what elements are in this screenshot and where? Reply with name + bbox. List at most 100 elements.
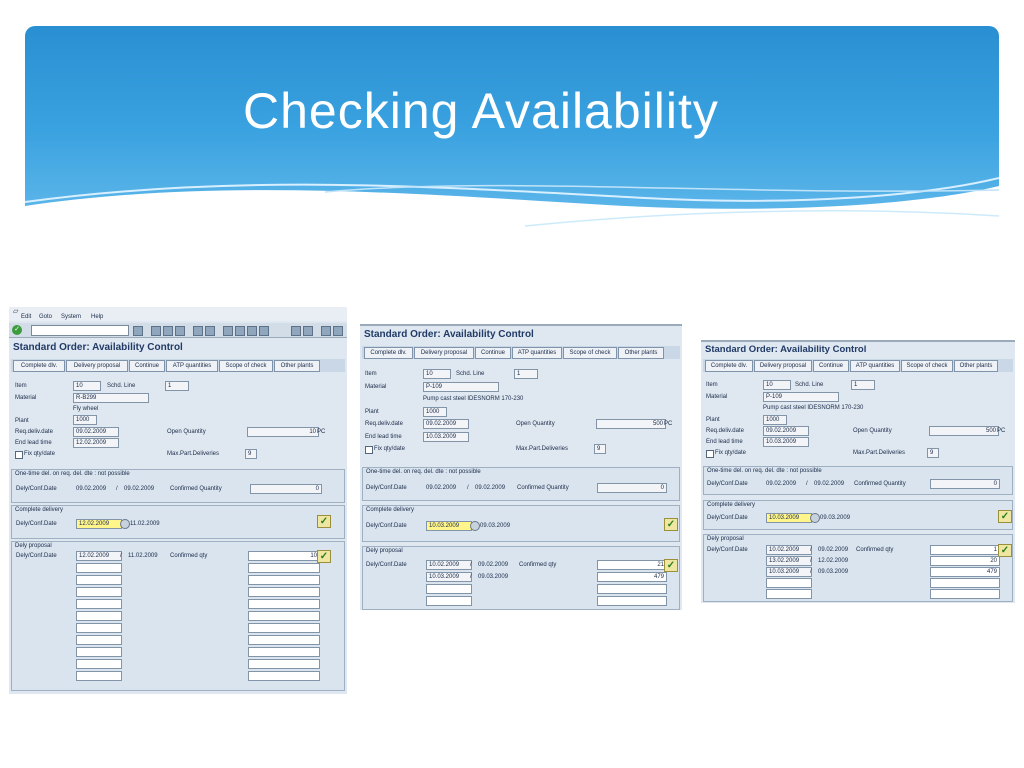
plant-field[interactable]: 1000: [423, 407, 447, 417]
last-page-icon[interactable]: [259, 326, 269, 336]
empty-date-field[interactable]: [76, 623, 122, 633]
continue-button[interactable]: Continue: [129, 360, 165, 372]
back-icon[interactable]: [151, 326, 161, 336]
empty-date-field[interactable]: [76, 611, 122, 621]
material-field[interactable]: P-109: [763, 392, 839, 402]
atp-quantities-button[interactable]: ATP quantities: [850, 360, 900, 372]
empty-date-field[interactable]: [76, 671, 122, 681]
complete-delivery-date-field[interactable]: 10.03.2009: [426, 521, 472, 531]
proposal-delivery-date-field[interactable]: 13.02.2009: [766, 556, 812, 566]
req-deliv-date-field[interactable]: 09.02.2009: [73, 427, 119, 437]
empty-date-field[interactable]: [76, 563, 122, 573]
help-icon[interactable]: [321, 326, 331, 336]
empty-qty-field[interactable]: [248, 587, 320, 597]
confirmed-quantity-field[interactable]: 0: [250, 484, 322, 494]
scope-of-check-button[interactable]: Scope of check: [563, 347, 617, 359]
proposal-delivery-date-field[interactable]: 10.03.2009: [426, 572, 472, 582]
empty-date-field[interactable]: [76, 659, 122, 669]
empty-date-field[interactable]: [766, 578, 812, 588]
schd-line-field[interactable]: 1: [514, 369, 538, 379]
shortcut-icon[interactable]: [303, 326, 313, 336]
delivery-proposal-button[interactable]: Delivery proposal: [414, 347, 474, 359]
next-page-icon[interactable]: [247, 326, 257, 336]
empty-date-field[interactable]: [76, 599, 122, 609]
complete-delivery-date-field[interactable]: 10.03.2009: [766, 513, 812, 523]
proposal-qty-field[interactable]: 1: [930, 545, 1000, 555]
checkmark-icon[interactable]: ✓: [664, 518, 678, 531]
empty-qty-field[interactable]: [248, 671, 320, 681]
confirmed-quantity-field[interactable]: 0: [597, 483, 667, 493]
max-part-deliveries-field[interactable]: 9: [927, 448, 939, 458]
proposal-delivery-date-field[interactable]: 10.02.2009: [426, 560, 472, 570]
material-field[interactable]: P-109: [423, 382, 499, 392]
empty-qty-field[interactable]: [248, 575, 320, 585]
other-plants-button[interactable]: Other plants: [274, 360, 320, 372]
end-lead-time-field[interactable]: 12.02.2009: [73, 438, 119, 448]
empty-qty-field[interactable]: [248, 563, 320, 573]
other-plants-button[interactable]: Other plants: [954, 360, 998, 372]
checkmark-icon[interactable]: ✓: [317, 515, 331, 528]
proposal-qty-field[interactable]: 479: [930, 567, 1000, 577]
menu-system[interactable]: System: [61, 314, 81, 320]
end-lead-time-field[interactable]: 10.03.2009: [763, 437, 809, 447]
empty-qty-field[interactable]: [248, 659, 320, 669]
complete-delivery-date-field[interactable]: 12.02.2009: [76, 519, 122, 529]
new-session-icon[interactable]: [291, 326, 301, 336]
first-page-icon[interactable]: [223, 326, 233, 336]
open-quantity-field[interactable]: 10: [247, 427, 319, 437]
calendar-icon[interactable]: [120, 519, 130, 529]
proposal-delivery-date-field[interactable]: 10.02.2009: [766, 545, 812, 555]
layout-icon[interactable]: [333, 326, 343, 336]
enter-icon[interactable]: ✓: [12, 325, 22, 335]
empty-qty-field[interactable]: [248, 611, 320, 621]
find-icon[interactable]: [205, 326, 215, 336]
empty-qty-field[interactable]: [597, 584, 667, 594]
empty-qty-field[interactable]: [597, 596, 667, 606]
open-quantity-field[interactable]: 500: [596, 419, 666, 429]
menu-goto[interactable]: Goto: [39, 314, 52, 320]
proposal-delivery-date-field[interactable]: 12.02.2009: [76, 551, 122, 561]
schd-line-field[interactable]: 1: [851, 380, 875, 390]
proposal-qty-field[interactable]: 20: [930, 556, 1000, 566]
open-quantity-field[interactable]: 500: [929, 426, 999, 436]
empty-qty-field[interactable]: [248, 647, 320, 657]
menu-edit[interactable]: Edit: [21, 314, 31, 320]
atp-quantities-button[interactable]: ATP quantities: [166, 360, 218, 372]
command-field[interactable]: [31, 325, 129, 336]
empty-date-field[interactable]: [76, 635, 122, 645]
calendar-icon[interactable]: [810, 513, 820, 523]
empty-date-field[interactable]: [76, 575, 122, 585]
empty-date-field[interactable]: [426, 584, 472, 594]
schd-line-field[interactable]: 1: [165, 381, 189, 391]
fix-qty-date-checkbox[interactable]: [365, 446, 373, 454]
save-icon[interactable]: [133, 326, 143, 336]
material-field[interactable]: R-B299: [73, 393, 149, 403]
continue-button[interactable]: Continue: [475, 347, 511, 359]
req-deliv-date-field[interactable]: 09.02.2009: [763, 426, 809, 436]
checkmark-icon[interactable]: ✓: [998, 510, 1012, 523]
exit-icon[interactable]: [163, 326, 173, 336]
empty-qty-field[interactable]: [248, 635, 320, 645]
cancel-icon[interactable]: [175, 326, 185, 336]
item-field[interactable]: 10: [423, 369, 451, 379]
empty-date-field[interactable]: [76, 647, 122, 657]
fix-qty-date-checkbox[interactable]: [706, 450, 714, 458]
fix-qty-date-checkbox[interactable]: [15, 451, 23, 459]
empty-qty-field[interactable]: [930, 578, 1000, 588]
print-icon[interactable]: [193, 326, 203, 336]
checkmark-icon[interactable]: ✓: [664, 559, 678, 572]
scope-of-check-button[interactable]: Scope of check: [901, 360, 953, 372]
complete-dlv-button[interactable]: Complete dlv.: [13, 360, 65, 372]
previous-page-icon[interactable]: [235, 326, 245, 336]
empty-qty-field[interactable]: [248, 599, 320, 609]
delivery-proposal-button[interactable]: Delivery proposal: [754, 360, 812, 372]
confirmed-quantity-field[interactable]: 0: [930, 479, 1000, 489]
plant-field[interactable]: 1000: [73, 415, 97, 425]
max-part-deliveries-field[interactable]: 9: [594, 444, 606, 454]
proposal-qty-field[interactable]: 10: [248, 551, 320, 561]
empty-date-field[interactable]: [426, 596, 472, 606]
proposal-qty-field[interactable]: 21: [597, 560, 667, 570]
proposal-delivery-date-field[interactable]: 10.03.2009: [766, 567, 812, 577]
checkmark-icon[interactable]: ✓: [998, 544, 1012, 557]
menu-help[interactable]: Help: [91, 314, 103, 320]
